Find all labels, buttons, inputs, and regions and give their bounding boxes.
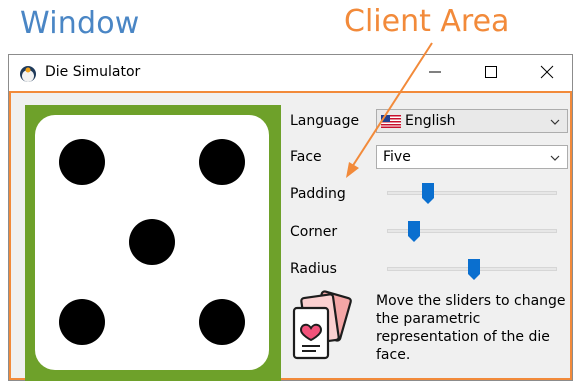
instructions-line: Move the sliders to change — [376, 293, 566, 309]
minimize-icon — [429, 71, 441, 73]
instructions-line: face. — [376, 347, 411, 363]
client-area: Language English Face Five Padding Corne… — [9, 91, 573, 381]
screenshot-stage: Window Client Area Die Simulator Languag… — [0, 0, 573, 381]
maximize-icon — [485, 66, 497, 78]
instructions-line: the parametric — [376, 311, 481, 327]
us-flag-icon — [381, 115, 401, 128]
face-select[interactable]: Five — [376, 145, 568, 169]
padding-label: Padding — [290, 186, 346, 202]
title-bar[interactable]: Die Simulator — [9, 55, 572, 91]
client-area-annotation-label: Client Area — [344, 4, 510, 39]
app-window: Die Simulator Language English Face Five… — [8, 54, 573, 381]
language-value: English — [405, 113, 456, 129]
window-annotation-label: Window — [20, 6, 140, 41]
language-label: Language — [290, 113, 360, 129]
die-canvas — [25, 105, 281, 381]
die-pip — [199, 299, 245, 345]
window-title: Die Simulator — [45, 64, 141, 80]
language-select[interactable]: English — [376, 109, 568, 133]
maximize-button[interactable] — [468, 55, 514, 89]
die-pip — [129, 219, 175, 265]
slider-thumb[interactable] — [407, 221, 420, 243]
die-app-icon — [20, 66, 36, 82]
slider-track — [387, 191, 557, 195]
cards-heart-icon — [292, 290, 352, 360]
radius-label: Radius — [290, 261, 337, 277]
instructions-text: Move the sliders to change the parametri… — [376, 292, 573, 364]
close-icon — [540, 65, 554, 79]
slider-thumb[interactable] — [467, 259, 480, 281]
die-pip — [199, 139, 245, 185]
corner-slider[interactable] — [387, 221, 557, 243]
face-label: Face — [290, 149, 322, 165]
padding-slider[interactable] — [387, 183, 557, 205]
instructions-line: representation of the die — [376, 329, 550, 345]
chevron-down-icon — [550, 119, 560, 125]
die-pip — [59, 139, 105, 185]
die-pip — [59, 299, 105, 345]
close-button[interactable] — [524, 55, 570, 89]
chevron-down-icon — [550, 155, 560, 161]
radius-slider[interactable] — [387, 259, 557, 281]
slider-thumb[interactable] — [421, 183, 434, 205]
die-face — [35, 115, 269, 370]
minimize-button[interactable] — [412, 55, 458, 89]
face-value: Five — [383, 149, 411, 165]
corner-label: Corner — [290, 224, 338, 240]
